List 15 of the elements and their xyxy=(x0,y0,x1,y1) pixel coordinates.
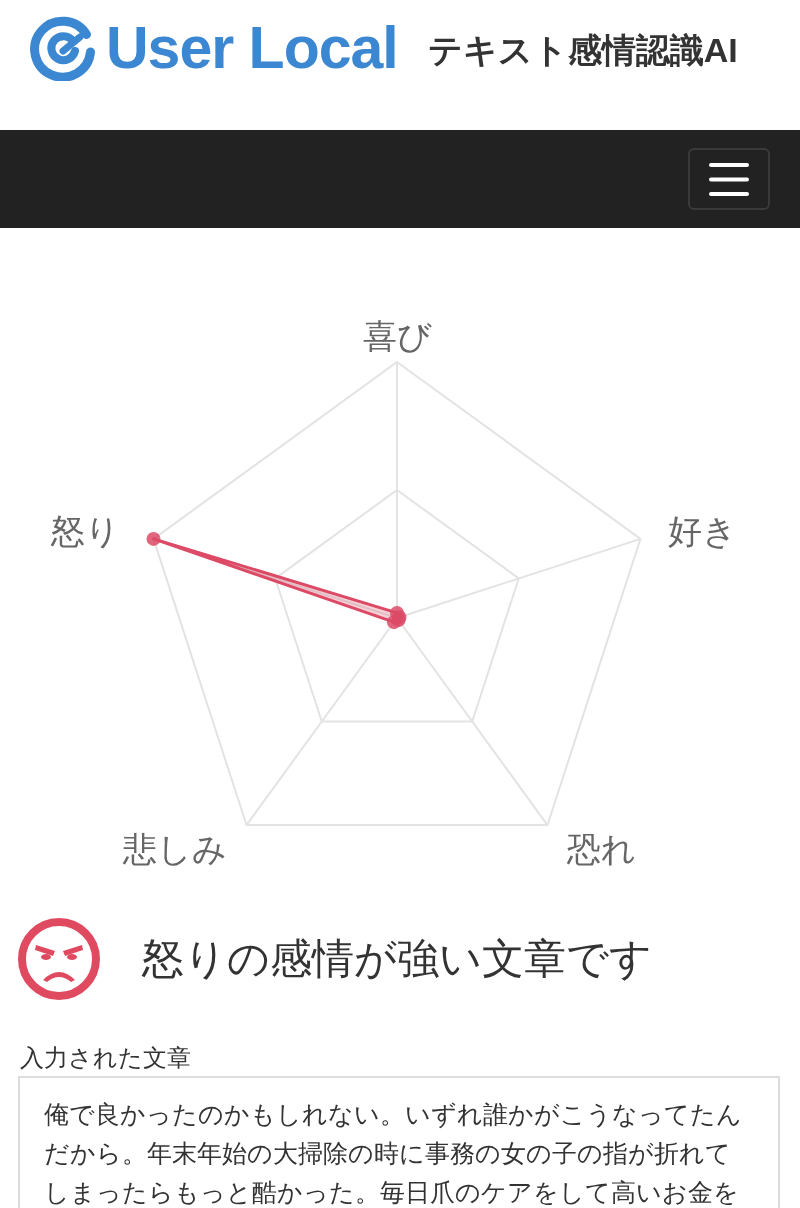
product-name: テキスト感情認識AI xyxy=(427,30,738,71)
axis-label: 悲しみ xyxy=(122,830,227,869)
logo-icon xyxy=(30,15,96,81)
axis-label: 好き xyxy=(668,511,738,550)
quoted-text: 俺で良かったのかもしれない。いずれ誰かがこうなってたんだから。年末年始の大掃除の時に事務の女の子の指が折れてしまったらもっと酷かった。毎日爪のケアをして高いお金を xyxy=(44,1099,743,1208)
axis-label: 恐れ xyxy=(567,830,637,869)
input-text-label: 入力された文章 xyxy=(20,1043,191,1073)
menu-icon xyxy=(709,162,749,196)
menu-button[interactable] xyxy=(688,148,770,210)
axis-label: 怒り xyxy=(50,511,120,550)
result-title: 怒りの感情が強い文章です xyxy=(142,934,652,984)
angry-face-icon xyxy=(18,918,100,1000)
axis-label: 喜び xyxy=(362,317,432,355)
logo-text: User Local xyxy=(106,15,398,81)
data-point xyxy=(146,531,161,546)
